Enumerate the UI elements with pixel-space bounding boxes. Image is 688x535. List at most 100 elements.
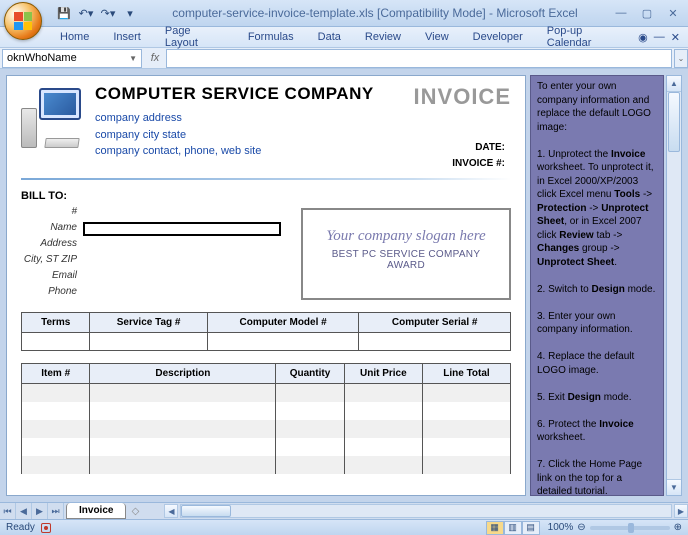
table-row[interactable]: [22, 438, 90, 456]
normal-view-icon[interactable]: ▦: [486, 521, 504, 535]
invoice-number-label: INVOICE #:: [414, 156, 505, 172]
date-label: DATE:: [414, 140, 505, 156]
tab-formulas[interactable]: Formulas: [236, 28, 306, 46]
table-row[interactable]: [22, 456, 90, 474]
billto-csz-label: City, ST ZIP: [21, 254, 77, 268]
billto-num-label: #: [21, 206, 77, 220]
line-items-table: Item # Description Quantity Unit Price L…: [21, 363, 511, 474]
company-address-2: company city state: [95, 127, 374, 144]
billto-name-label: Name: [21, 222, 77, 236]
tab-page-layout[interactable]: Page Layout: [153, 22, 236, 52]
th-unit-price: Unit Price: [344, 364, 422, 384]
th-service-tag: Service Tag #: [90, 313, 207, 333]
zoom-out-icon[interactable]: ⊖: [577, 522, 585, 533]
instructions-panel: To enter your own company information an…: [530, 75, 664, 496]
macro-record-icon[interactable]: [41, 523, 51, 533]
billto-name-value[interactable]: [83, 222, 281, 236]
undo-button[interactable]: ↶▾: [76, 3, 96, 23]
billto-email-label: Email: [21, 270, 77, 284]
fx-label[interactable]: fx: [144, 52, 166, 64]
billto-phone-value[interactable]: [83, 286, 281, 300]
save-button[interactable]: 💾: [54, 3, 74, 23]
tab-insert[interactable]: Insert: [101, 28, 153, 46]
billto-address-value[interactable]: [83, 238, 281, 252]
last-sheet-icon[interactable]: ⏭: [48, 503, 64, 519]
scrollbar-thumb[interactable]: [668, 92, 680, 152]
service-info-table: Terms Service Tag # Computer Model # Com…: [21, 312, 511, 351]
slogan-box: Your company slogan here BEST PC SERVICE…: [301, 208, 511, 300]
sheet-tab-bar: ⏮ ◀ ▶ ⏭ Invoice ◇ ◀ ▶: [0, 502, 688, 519]
page-layout-view-icon[interactable]: ▥: [504, 521, 522, 535]
ribbon-close-icon[interactable]: ✕: [671, 31, 680, 44]
formula-input[interactable]: [166, 49, 672, 68]
minimize-button[interactable]: ―: [610, 5, 632, 21]
new-sheet-icon[interactable]: ◇: [126, 506, 144, 517]
vertical-scrollbar[interactable]: ▲ ▼: [666, 75, 682, 496]
status-ready: Ready: [6, 522, 35, 533]
tab-popup-calendar[interactable]: Pop-up Calendar: [535, 22, 638, 52]
ribbon-tabs: Home Insert Page Layout Formulas Data Re…: [0, 27, 688, 48]
bill-to-title: BILL TO:: [21, 190, 281, 202]
cell-model[interactable]: [207, 333, 359, 351]
zoom-in-icon[interactable]: ⊕: [674, 522, 682, 533]
name-box[interactable]: oknWhoName ▼: [2, 49, 142, 68]
maximize-button[interactable]: ▢: [636, 5, 658, 21]
sheet-tab-invoice[interactable]: Invoice: [66, 503, 126, 519]
expand-formula-bar[interactable]: ⌄: [674, 49, 688, 68]
zoom-level[interactable]: 100%: [548, 522, 574, 533]
slogan-line-2: BEST PC SERVICE COMPANY AWARD: [313, 249, 499, 271]
tab-review[interactable]: Review: [353, 28, 413, 46]
name-box-dropdown-icon[interactable]: ▼: [129, 54, 137, 63]
quick-access-toolbar: 💾 ↶▾ ↷▾ ▾: [54, 3, 140, 23]
window-title: computer-service-invoice-template.xls [C…: [140, 6, 610, 20]
billto-address-label: Address: [21, 238, 77, 252]
tab-home[interactable]: Home: [48, 28, 101, 46]
first-sheet-icon[interactable]: ⏮: [0, 503, 16, 519]
scroll-right-icon[interactable]: ▶: [674, 504, 688, 518]
hscroll-thumb[interactable]: [181, 505, 231, 517]
company-address-1: company address: [95, 110, 374, 127]
formula-bar: oknWhoName ▼ fx ⌄: [0, 48, 688, 69]
billto-num-value[interactable]: [83, 206, 281, 220]
tab-view[interactable]: View: [413, 28, 461, 46]
th-model: Computer Model #: [207, 313, 359, 333]
page-break-view-icon[interactable]: ▤: [522, 521, 540, 535]
billto-csz-value[interactable]: [83, 254, 281, 268]
help-icon[interactable]: ◉: [638, 31, 648, 44]
close-button[interactable]: ✕: [662, 5, 684, 21]
company-logo: [21, 88, 81, 148]
cell-terms[interactable]: [22, 333, 90, 351]
th-serial: Computer Serial #: [359, 313, 511, 333]
billto-email-value[interactable]: [83, 270, 281, 284]
slogan-line-1: Your company slogan here: [313, 228, 499, 245]
tab-developer[interactable]: Developer: [461, 28, 535, 46]
cell-serial[interactable]: [359, 333, 511, 351]
redo-button[interactable]: ↷▾: [98, 3, 118, 23]
name-box-value: oknWhoName: [7, 52, 77, 64]
company-contact: company contact, phone, web site: [95, 143, 374, 160]
th-terms: Terms: [22, 313, 90, 333]
prev-sheet-icon[interactable]: ◀: [16, 503, 32, 519]
scroll-left-icon[interactable]: ◀: [164, 504, 178, 518]
invoice-title: INVOICE: [414, 84, 511, 110]
th-description: Description: [90, 364, 276, 384]
scroll-down-icon[interactable]: ▼: [667, 479, 681, 495]
tab-data[interactable]: Data: [306, 28, 353, 46]
horizontal-scrollbar[interactable]: ◀ ▶: [164, 504, 688, 518]
billto-phone-label: Phone: [21, 286, 77, 300]
zoom-slider[interactable]: [590, 526, 670, 530]
table-row[interactable]: [22, 384, 90, 402]
scroll-up-icon[interactable]: ▲: [667, 76, 681, 92]
table-row[interactable]: [22, 420, 90, 438]
th-item: Item #: [22, 364, 90, 384]
status-bar: Ready ▦ ▥ ▤ 100% ⊖ ⊕: [0, 519, 688, 535]
worksheet-area[interactable]: COMPUTER SERVICE COMPANY company address…: [6, 75, 526, 496]
cell-service-tag[interactable]: [90, 333, 207, 351]
next-sheet-icon[interactable]: ▶: [32, 503, 48, 519]
th-line-total: Line Total: [422, 364, 510, 384]
th-quantity: Quantity: [276, 364, 344, 384]
table-row[interactable]: [22, 402, 90, 420]
office-button[interactable]: [4, 2, 42, 40]
minimize-ribbon-icon[interactable]: ―: [654, 31, 665, 44]
qat-customize[interactable]: ▾: [120, 3, 140, 23]
